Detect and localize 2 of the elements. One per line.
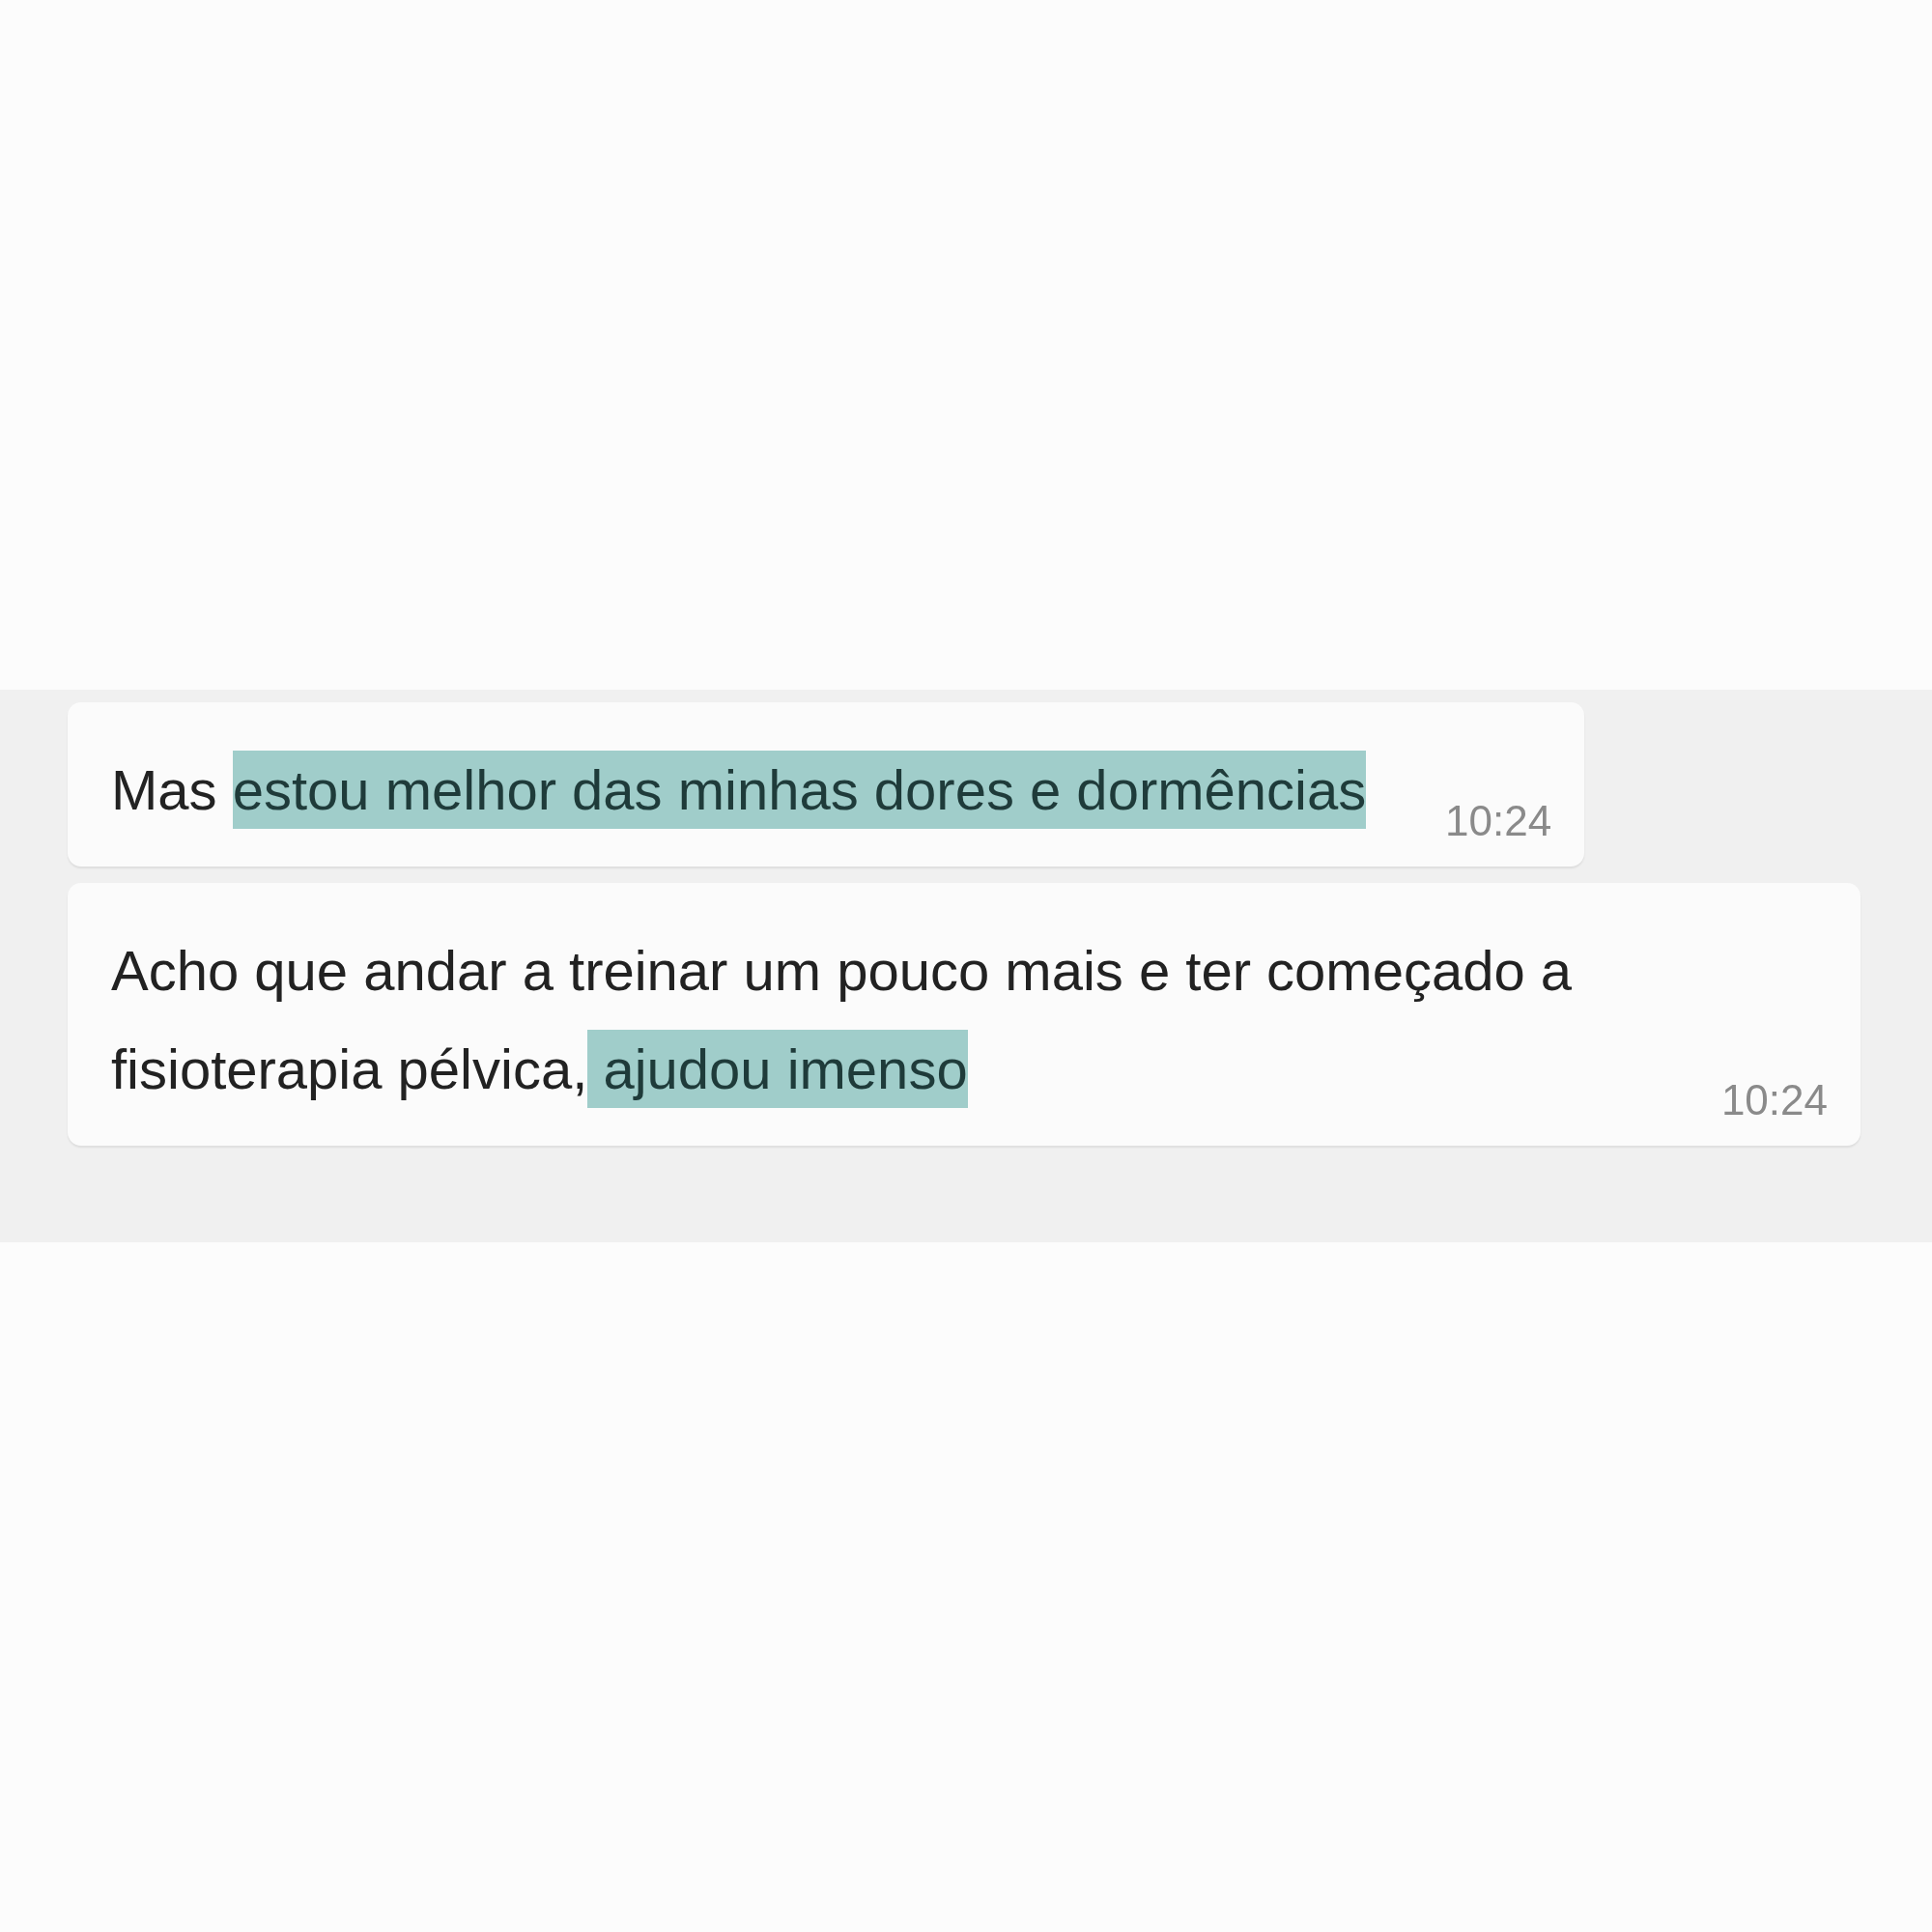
- message-time: 10:24: [1720, 1076, 1828, 1124]
- message-time: 10:24: [1445, 797, 1552, 845]
